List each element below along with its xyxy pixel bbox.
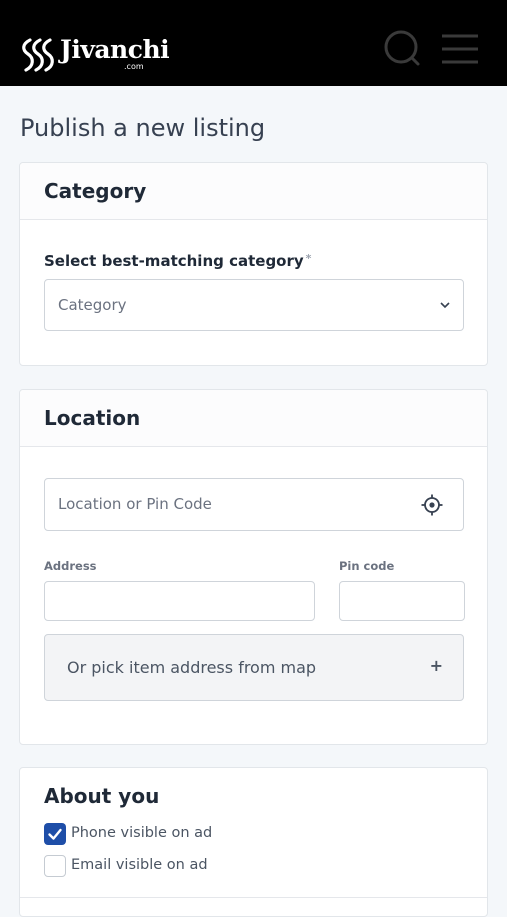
address-input[interactable] — [44, 581, 315, 621]
email-visible-label: Email visible on ad — [71, 857, 208, 873]
location-search-placeholder: Location or Pin Code — [58, 495, 212, 513]
phone-visible-checkbox[interactable] — [44, 823, 66, 845]
logo-text: Jivanchi — [60, 35, 170, 64]
page-title: Publish a new listing — [20, 114, 266, 142]
phone-visible-label: Phone visible on ad — [71, 825, 213, 841]
category-field-label-text: Select best-matching category — [44, 252, 304, 270]
pincode-label: Pin code — [339, 559, 395, 573]
location-search-input[interactable]: Location or Pin Code — [44, 478, 464, 531]
location-card-title: Location — [44, 406, 141, 430]
search-icon — [384, 30, 420, 66]
location-card-header: Location — [20, 390, 487, 447]
category-card-title: Category — [44, 179, 147, 203]
category-card: Category Select best-matching category * … — [19, 162, 488, 366]
menu-button[interactable] — [440, 33, 480, 65]
logo-mark-icon — [22, 38, 54, 72]
category-card-header: Category — [20, 163, 487, 220]
location-card: Location Location or Pin Code Address Pi… — [19, 389, 488, 745]
category-select[interactable]: Category — [44, 279, 464, 331]
top-bar: Jivanchi .com — [0, 0, 507, 86]
pick-from-map-button[interactable]: Or pick item address from map + — [44, 634, 464, 701]
about-you-title: About you — [44, 784, 160, 808]
hamburger-menu-icon — [442, 34, 478, 64]
site-logo[interactable]: Jivanchi .com — [20, 35, 170, 76]
about-you-card: About you Phone visible on ad Email visi… — [19, 767, 488, 917]
category-field-label: Select best-matching category * — [44, 252, 311, 270]
category-select-value: Category — [58, 296, 127, 314]
logo-subtext: .com — [124, 62, 144, 71]
email-visible-checkbox[interactable] — [44, 855, 66, 877]
checkmark-icon — [48, 828, 62, 840]
plus-icon: + — [429, 656, 443, 675]
chevron-down-icon — [440, 302, 450, 309]
pincode-input[interactable] — [339, 581, 465, 621]
required-mark: * — [305, 252, 312, 265]
pick-from-map-label: Or pick item address from map — [67, 658, 317, 677]
search-button[interactable] — [383, 29, 423, 69]
section-divider — [20, 897, 487, 898]
crosshair-icon[interactable] — [421, 494, 443, 516]
address-label: Address — [44, 559, 97, 573]
